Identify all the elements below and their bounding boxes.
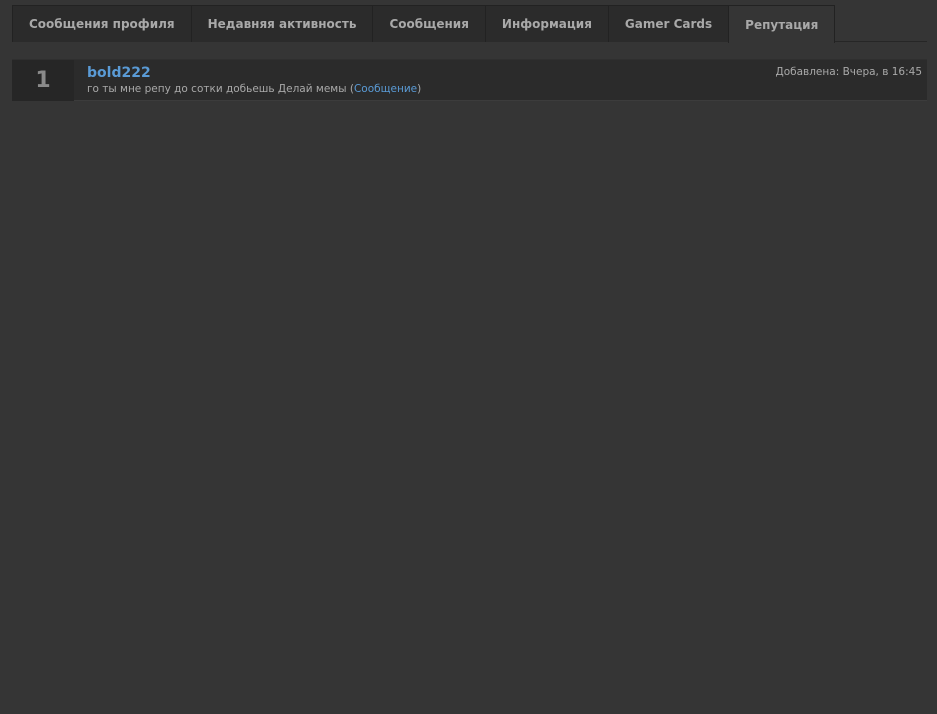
reputation-username-link[interactable]: bold222 bbox=[87, 65, 151, 81]
reputation-item: 1 bold222 го ты мне репу до сотки добьеш… bbox=[12, 59, 927, 101]
profile-tabs: Сообщения профиля Недавняя активность Со… bbox=[12, 5, 927, 43]
reputation-comment-text: го ты мне репу до сотки добьешь Делай ме… bbox=[87, 83, 347, 95]
tab-gamer-cards[interactable]: Gamer Cards bbox=[607, 5, 729, 42]
tab-reputation[interactable]: Репутация bbox=[728, 5, 836, 43]
tab-recent-activity[interactable]: Недавняя активность bbox=[190, 5, 373, 42]
tab-profile-posts[interactable]: Сообщения профиля bbox=[12, 5, 191, 42]
reputation-post-link[interactable]: Сообщение bbox=[354, 83, 417, 95]
reputation-date: Добавлена: Вчера, в 16:45 bbox=[775, 66, 923, 78]
reputation-comment: го ты мне репу до сотки добьешь Делай ме… bbox=[87, 83, 421, 95]
close-paren: ) bbox=[417, 83, 422, 95]
reputation-list: 1 bold222 го ты мне репу до сотки добьеш… bbox=[12, 59, 927, 101]
tab-postings[interactable]: Сообщения bbox=[372, 5, 485, 42]
reputation-rank: 1 bbox=[12, 60, 74, 101]
tab-information[interactable]: Информация bbox=[484, 5, 608, 42]
